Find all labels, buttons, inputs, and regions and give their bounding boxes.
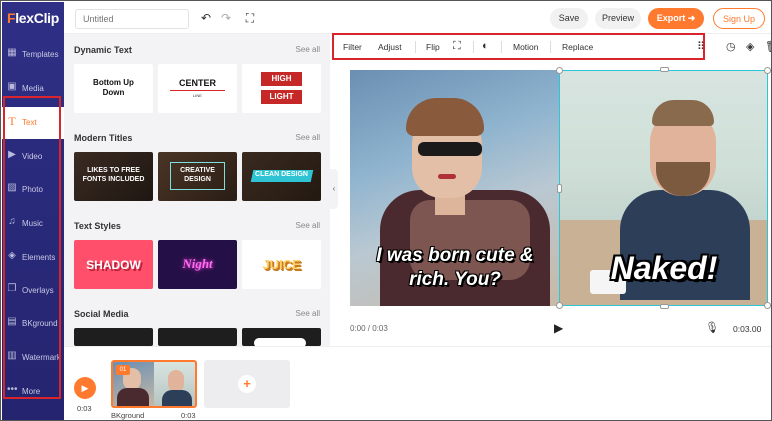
social-template-card[interactable]: [74, 328, 153, 346]
grid-icon[interactable]: ⠿: [697, 40, 705, 53]
fullscreen-icon[interactable]: ⛶: [243, 11, 257, 25]
elements-icon: ◈: [8, 250, 16, 261]
style-template-card[interactable]: Night: [158, 240, 237, 289]
title-template-card[interactable]: LIKES TO FREE FONTS INCLUDED: [74, 152, 153, 201]
photo-icon: ▨: [7, 182, 17, 193]
filter-button[interactable]: Filter: [343, 42, 362, 52]
resize-handle[interactable]: [556, 302, 563, 309]
section-title-social-media: Social Media: [74, 309, 129, 319]
undo-icon[interactable]: ↶: [199, 11, 213, 25]
adjust-button[interactable]: Adjust: [378, 42, 402, 52]
save-button[interactable]: Save: [550, 8, 588, 29]
edit-toolbar: Filter Adjust Flip ⛶ ◐ Motion Replace ⠿ …: [334, 34, 771, 60]
player-bar: 0:00 / 0:03 ▶ 🎙 0:03.00: [338, 314, 771, 346]
collapse-panel-handle[interactable]: ‹: [330, 169, 338, 209]
timeline-duration: 0:03: [77, 404, 92, 413]
export-button[interactable]: Export ➜: [648, 8, 704, 29]
sidebar-item-elements[interactable]: ◈ Elements: [2, 242, 64, 274]
overlays-icon: ❐: [7, 283, 17, 294]
caption-left[interactable]: I was born cute & rich. You?: [350, 244, 560, 292]
see-all-link[interactable]: See all: [296, 133, 320, 142]
clip-duration: 0:03: [181, 411, 196, 420]
resize-handle[interactable]: [660, 304, 669, 309]
clock-icon[interactable]: ◷: [726, 40, 736, 53]
resize-handle[interactable]: [764, 67, 771, 74]
time-total: 0:03.00: [733, 324, 762, 334]
preview-button[interactable]: Preview: [595, 8, 641, 29]
sidebar-item-templates[interactable]: ▦ Templates: [2, 39, 64, 71]
see-all-link[interactable]: See all: [296, 221, 320, 230]
resize-handle[interactable]: [660, 67, 669, 72]
add-clip-button[interactable]: +: [204, 360, 290, 408]
signup-button[interactable]: Sign Up: [713, 8, 765, 29]
motion-button[interactable]: Motion: [513, 42, 539, 52]
top-bar: ↶ ↷ ⛶ Save Preview Export ➜ Sign Up: [64, 2, 771, 34]
sidebar-item-photo[interactable]: ▨ Photo: [2, 174, 64, 206]
play-icon[interactable]: ▶: [554, 321, 563, 335]
arrow-right-icon: ➜: [687, 13, 696, 23]
sidebar-item-media[interactable]: ▣ Media: [2, 73, 64, 105]
style-template-card[interactable]: SHADOW: [74, 240, 153, 289]
opacity-icon[interactable]: ◐: [482, 40, 489, 52]
video-icon: ▶: [8, 149, 16, 160]
flip-button[interactable]: Flip: [426, 42, 440, 52]
trash-icon[interactable]: 🗑: [765, 40, 771, 53]
clip-label: BKground: [111, 411, 145, 420]
title-template-card[interactable]: CREATIVE DESIGN: [158, 152, 237, 201]
text-template-card[interactable]: Bottom Up Down: [74, 64, 153, 113]
text-icon: T: [8, 114, 16, 128]
section-title-modern-titles: Modern Titles: [74, 133, 133, 143]
logo: FlexClip: [6, 10, 60, 26]
app-window: FlexClip ▦ Templates ▣ Media T Text ▶ Vi…: [0, 0, 772, 421]
background-icon: ▤: [7, 316, 17, 327]
see-all-link[interactable]: See all: [296, 309, 320, 318]
music-icon: ♫: [8, 216, 16, 227]
timeline: ▶ 0:03 01 BKground 0:03 +: [64, 346, 771, 420]
project-title-input[interactable]: [75, 9, 189, 29]
section-title-dynamic-text: Dynamic Text: [74, 45, 132, 55]
sidebar-item-video[interactable]: ▶ Video: [2, 141, 64, 173]
replace-button[interactable]: Replace: [562, 42, 593, 52]
sidebar-item-music[interactable]: ♫ Music: [2, 208, 64, 240]
layers-icon[interactable]: ◈: [746, 40, 754, 53]
redo-icon[interactable]: ↷: [219, 11, 233, 25]
plus-icon: +: [238, 375, 256, 393]
text-template-card[interactable]: HIGH LIGHT: [242, 64, 321, 113]
text-template-card[interactable]: CENTER LINE: [158, 64, 237, 113]
sidebar: FlexClip ▦ Templates ▣ Media T Text ▶ Vi…: [2, 2, 64, 420]
resize-handle[interactable]: [557, 184, 562, 193]
sidebar-item-more[interactable]: ••• More: [2, 376, 64, 408]
crop-icon[interactable]: ⛶: [453, 40, 461, 53]
sidebar-item-bkground[interactable]: ▤ BKground: [2, 308, 64, 340]
media-icon: ▣: [7, 81, 17, 92]
see-all-link[interactable]: See all: [296, 45, 320, 54]
microphone-icon[interactable]: 🎙: [705, 321, 719, 334]
resize-handle[interactable]: [556, 67, 563, 74]
sidebar-item-watermark[interactable]: ▥ Watermark: [2, 342, 64, 374]
clip-badge: 01: [116, 365, 130, 375]
watermark-icon: ▥: [7, 350, 17, 361]
title-template-card[interactable]: CLEAN DESIGN: [242, 152, 321, 201]
social-template-card[interactable]: [242, 328, 321, 346]
more-icon: •••: [7, 384, 18, 395]
timeline-clip[interactable]: 01: [111, 360, 197, 408]
style-template-card[interactable]: JUICE: [242, 240, 321, 289]
selection-frame: [559, 70, 768, 306]
resize-handle[interactable]: [764, 302, 771, 309]
sidebar-item-text[interactable]: T Text: [2, 107, 64, 139]
sidebar-item-overlays[interactable]: ❐ Overlays: [2, 275, 64, 307]
time-current: 0:00 / 0:03: [350, 324, 388, 333]
templates-icon: ▦: [7, 47, 17, 58]
timeline-play-button[interactable]: ▶: [74, 377, 96, 399]
text-panel: Dynamic Text See all Bottom Up Down CENT…: [64, 34, 330, 346]
social-template-card[interactable]: [158, 328, 237, 346]
section-title-text-styles: Text Styles: [74, 221, 121, 231]
